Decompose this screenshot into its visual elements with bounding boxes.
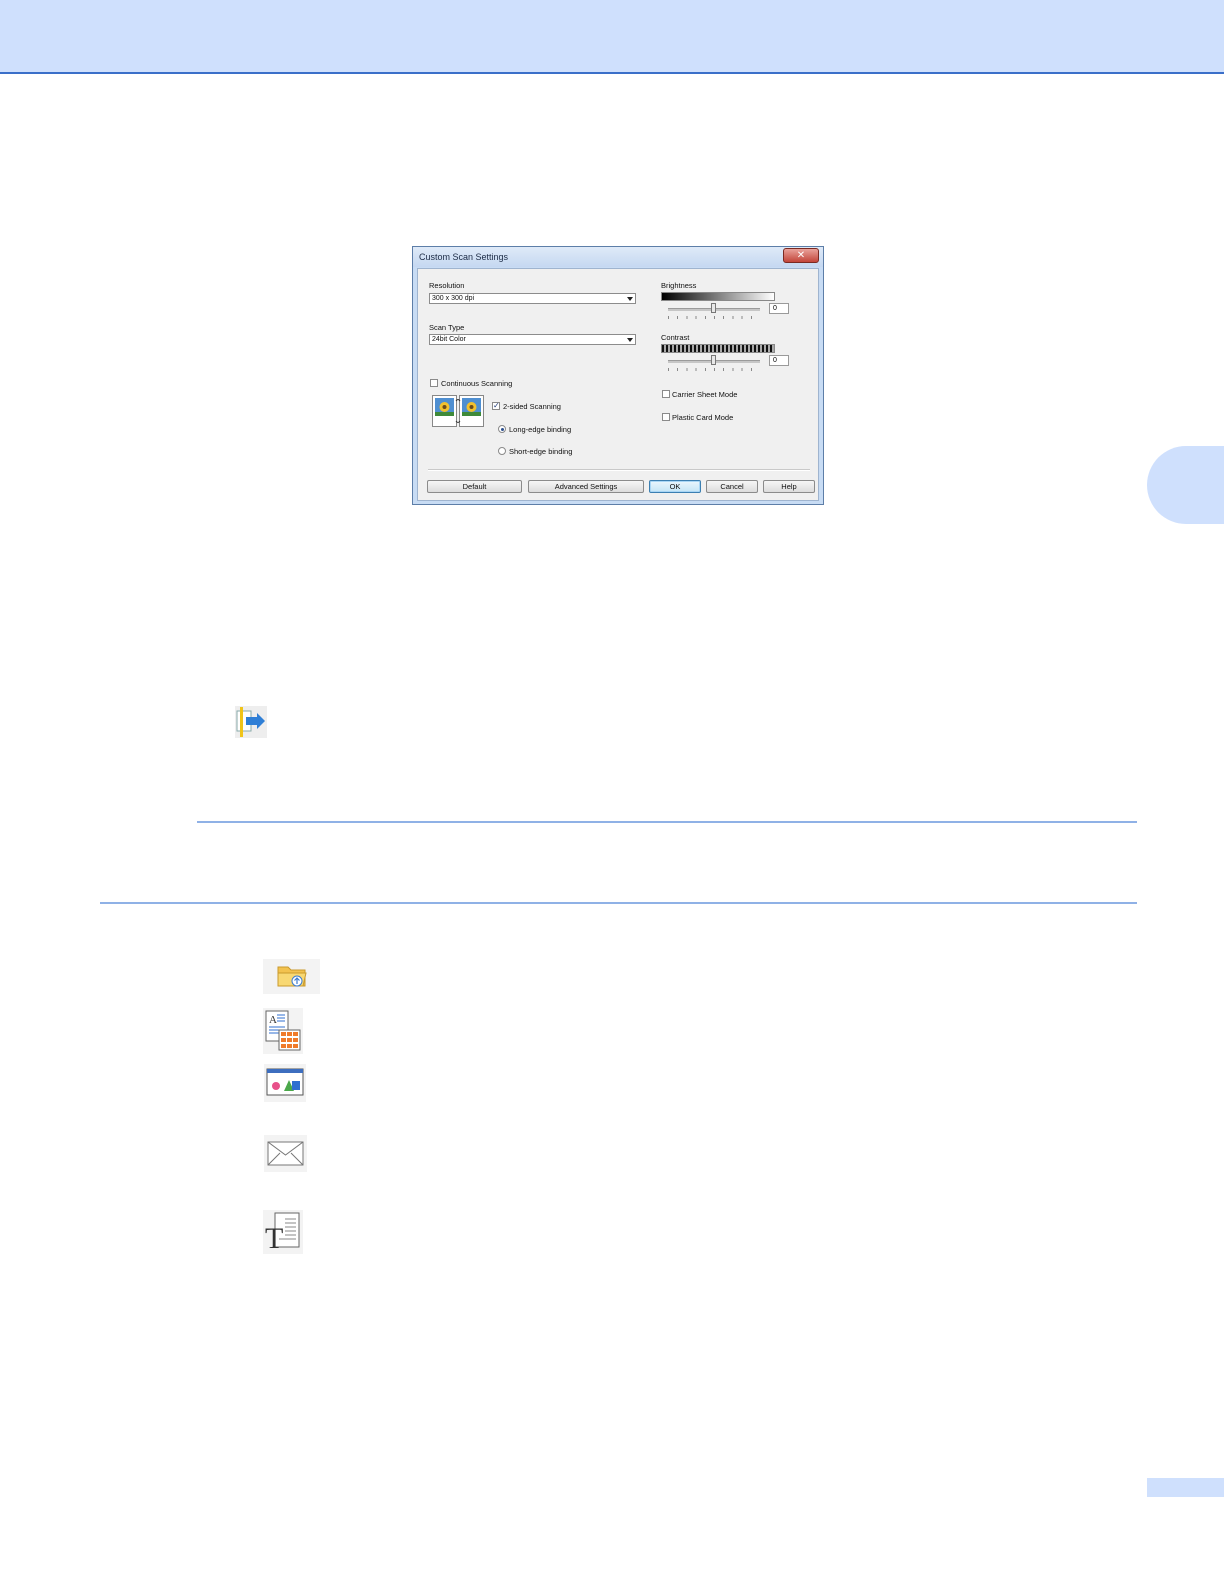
plastic-card-mode-label: Plastic Card Mode bbox=[672, 413, 734, 422]
long-edge-binding-radio[interactable] bbox=[498, 425, 506, 433]
contrast-value-field[interactable]: 0 bbox=[769, 355, 789, 366]
dialog-client-area: Resolution 300 x 300 dpi Scan Type 24bit… bbox=[417, 268, 819, 501]
cancel-button[interactable]: Cancel bbox=[706, 480, 758, 493]
brightness-label: Brightness bbox=[661, 281, 697, 290]
carrier-sheet-mode-label: Carrier Sheet Mode bbox=[672, 390, 738, 399]
two-sided-scanning-checkbox[interactable]: ✓ bbox=[492, 402, 500, 410]
contrast-pattern bbox=[661, 344, 775, 353]
default-button[interactable]: Default bbox=[427, 480, 522, 493]
page-header-band bbox=[0, 0, 1224, 74]
text-ocr-icon: T bbox=[263, 1210, 303, 1254]
section-rule-bottom bbox=[100, 902, 1137, 904]
svg-text:A: A bbox=[269, 1014, 277, 1026]
close-button[interactable]: ✕ bbox=[783, 248, 819, 263]
dialog-title: Custom Scan Settings bbox=[419, 252, 509, 262]
resolution-value: 300 x 300 dpi bbox=[432, 295, 475, 302]
chapter-tab bbox=[1147, 446, 1224, 524]
resolution-select[interactable]: 300 x 300 dpi bbox=[429, 293, 636, 304]
continuous-scanning-label: Continuous Scanning bbox=[441, 379, 513, 388]
brightness-gradient bbox=[661, 292, 775, 301]
document-table-icon: A bbox=[263, 1008, 303, 1054]
contrast-slider-ticks bbox=[668, 368, 760, 371]
resolution-label: Resolution bbox=[429, 281, 465, 290]
envelope-email-icon bbox=[264, 1135, 307, 1172]
dialog-separator bbox=[428, 469, 810, 471]
ok-button[interactable]: OK bbox=[649, 480, 701, 493]
scan-type-label: Scan Type bbox=[429, 323, 465, 332]
help-button[interactable]: Help bbox=[763, 480, 815, 493]
brightness-value-field[interactable]: 0 bbox=[769, 303, 789, 314]
carrier-sheet-mode-checkbox[interactable] bbox=[662, 390, 670, 398]
brightness-slider-thumb[interactable] bbox=[711, 303, 716, 313]
image-shapes-icon bbox=[264, 1064, 306, 1102]
two-sided-scanning-label: 2-sided Scanning bbox=[503, 402, 561, 411]
two-sided-preview-icon bbox=[432, 395, 484, 427]
plastic-card-mode-checkbox[interactable] bbox=[662, 413, 670, 421]
chevron-down-icon bbox=[627, 297, 633, 301]
brightness-slider-ticks bbox=[668, 316, 760, 319]
short-edge-binding-radio[interactable] bbox=[498, 447, 506, 455]
short-edge-binding-label: Short-edge binding bbox=[509, 447, 573, 456]
check-icon: ✓ bbox=[493, 401, 500, 410]
scan-type-select[interactable]: 24bit Color bbox=[429, 334, 636, 345]
folder-upload-icon bbox=[263, 959, 320, 994]
chevron-down-icon bbox=[627, 338, 633, 342]
page-number-box bbox=[1147, 1478, 1224, 1497]
contrast-label: Contrast bbox=[661, 333, 690, 342]
scan-to-pc-icon bbox=[235, 706, 267, 738]
scan-type-value: 24bit Color bbox=[432, 336, 466, 343]
contrast-slider-thumb[interactable] bbox=[711, 355, 716, 365]
long-edge-binding-label: Long-edge binding bbox=[509, 425, 572, 434]
svg-text:T: T bbox=[265, 1222, 283, 1254]
custom-scan-settings-dialog: Custom Scan Settings ✕ Resolution 300 x … bbox=[412, 246, 824, 505]
dialog-titlebar: Custom Scan Settings ✕ bbox=[413, 247, 823, 267]
continuous-scanning-checkbox[interactable] bbox=[430, 379, 438, 387]
advanced-settings-button[interactable]: Advanced Settings bbox=[528, 480, 644, 493]
close-icon: ✕ bbox=[796, 250, 806, 261]
section-rule-top bbox=[197, 821, 1137, 823]
